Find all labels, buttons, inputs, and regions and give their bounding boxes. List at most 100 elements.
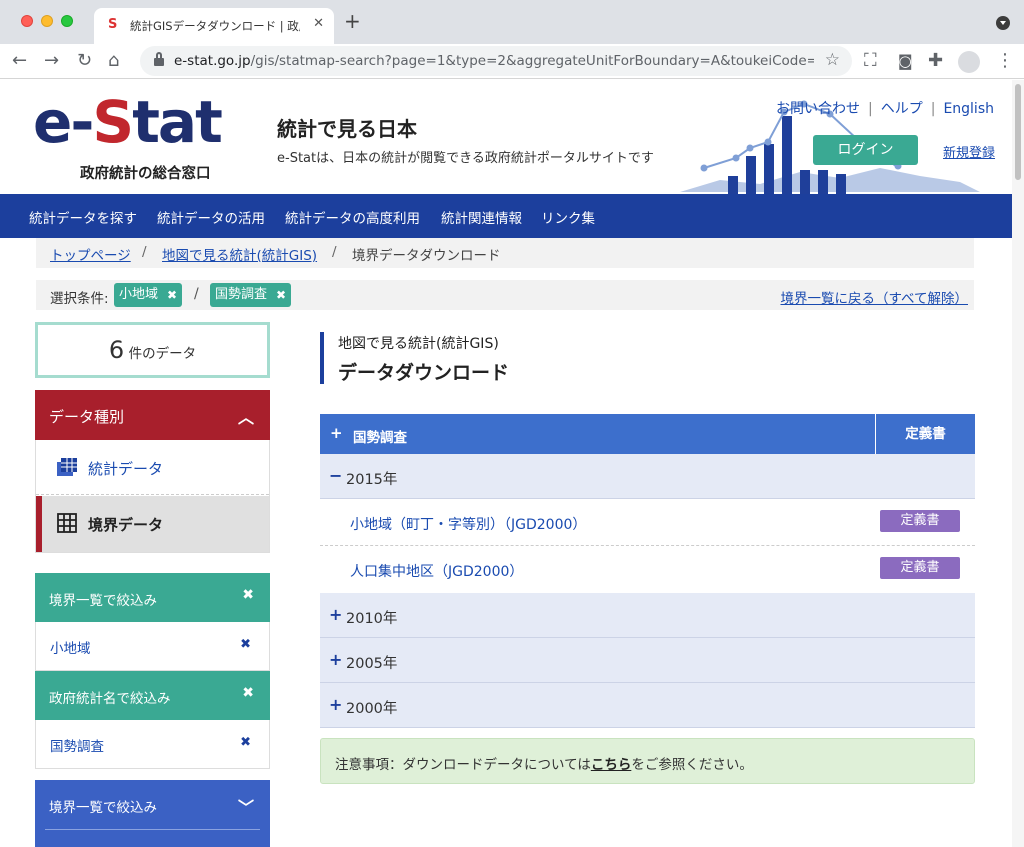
expand-plus-icon[interactable]: + [329, 605, 342, 624]
nav-item-related-info[interactable]: 統計関連情報 [441, 207, 522, 227]
remove-filter-icon[interactable]: ✖ [240, 735, 251, 750]
data-type-heading[interactable]: データ種別 ︿ [35, 390, 270, 440]
data-type-list: 統計データ 境界データ [35, 440, 270, 553]
chevron-down-icon: ﹀ [237, 798, 254, 817]
forward-arrow-icon[interactable]: → [44, 51, 59, 71]
lock-icon [154, 52, 164, 66]
back-arrow-icon[interactable]: ← [12, 51, 27, 71]
tab-search-icon[interactable] [996, 16, 1010, 30]
home-icon[interactable]: ⌂ [108, 51, 119, 71]
survey-filter-item[interactable]: 国勢調査 ✖ [35, 720, 270, 769]
expand-plus-icon[interactable]: + [329, 695, 342, 714]
main-navigation: 統計データを探す 統計データの活用 統計データの高度利用 統計関連情報 リンク集 [0, 194, 1012, 238]
selected-conditions-label: 選択条件: [50, 291, 109, 307]
chevron-up-icon: ︿ [237, 408, 254, 427]
new-tab-icon[interactable]: + [344, 11, 361, 31]
year-row-2005[interactable]: + 2005年 [320, 638, 975, 683]
grid-icon [57, 513, 77, 533]
camera-icon[interactable]: ◙ [898, 51, 913, 71]
more-menu-icon[interactable]: ⋮ [996, 51, 1014, 71]
notice-text-suffix: をご参照ください。 [631, 757, 753, 773]
maximize-window-button[interactable] [61, 15, 73, 27]
nav-item-links[interactable]: リンク集 [541, 207, 595, 227]
definition-button[interactable]: 定義書 [880, 557, 960, 579]
utility-links: お問い合わせ | ヘルプ | English [776, 101, 994, 117]
survey-table-header[interactable]: + 国勢調査 定義書 [320, 414, 975, 454]
expand-plus-icon[interactable]: + [330, 424, 343, 442]
year-row-2010[interactable]: + 2010年 [320, 593, 975, 638]
profile-avatar-icon[interactable] [958, 51, 980, 73]
filter-chip-small-area[interactable]: 小地域 ✖ [114, 283, 183, 307]
boundary-filter-item[interactable]: 小地域 ✖ [35, 622, 270, 671]
breadcrumb-separator: / [142, 244, 147, 260]
contact-link[interactable]: お問い合わせ [776, 101, 860, 117]
collapse-minus-icon[interactable]: − [329, 466, 342, 485]
page-subtitle: 地図で見る統計(統計GIS) [338, 336, 499, 352]
site-header: e-Stat 政府統計の総合窓口 統計で見る日本 e-Statは、日本の統計が閲… [0, 80, 1012, 194]
result-count-box: 6 件のデータ [35, 322, 270, 378]
data-type-boundary[interactable]: 境界データ [36, 496, 269, 552]
breadcrumb: トップページ / 地図で見る統計(統計GIS) / 境界データダウンロード [36, 238, 974, 268]
address-bar[interactable]: e-stat.go.jp/gis/statmap-search?page=1&t… [140, 46, 852, 76]
definition-button[interactable]: 定義書 [880, 510, 960, 532]
scrollbar-thumb[interactable] [1015, 84, 1021, 180]
breadcrumb-top-link[interactable]: トップページ [50, 248, 131, 264]
nav-item-use-data[interactable]: 統計データの活用 [157, 207, 265, 227]
nav-item-find-data[interactable]: 統計データを探す [29, 207, 137, 227]
breadcrumb-separator: / [332, 244, 337, 260]
table-icon [57, 458, 77, 476]
filter-separator: / [194, 286, 199, 302]
screen-capture-icon[interactable]: ⛶ [864, 51, 877, 71]
boundary-filter-heading[interactable]: 境界一覧で絞込み ✖ [35, 573, 270, 622]
result-count: 6 [108, 336, 125, 364]
page-title: データダウンロード [338, 362, 510, 384]
browser-titlebar: S 統計GISデータダウンロード | 政府 ✕ + [0, 0, 1024, 44]
survey-name: 国勢調査 [353, 430, 407, 446]
result-count-unit: 件のデータ [128, 346, 197, 362]
filter-chip-census[interactable]: 国勢調査 ✖ [210, 283, 292, 307]
download-link-did[interactable]: 人口集中地区（JGD2000） [350, 561, 523, 581]
help-link[interactable]: ヘルプ [881, 101, 923, 117]
bookmark-star-icon[interactable]: ☆ [825, 50, 840, 70]
breadcrumb-gis-link[interactable]: 地図で見る統計(統計GIS) [162, 248, 317, 264]
download-link-small-area[interactable]: 小地域（町丁・字等別）（JGD2000） [350, 514, 586, 534]
extensions-puzzle-icon[interactable]: ✚ [928, 51, 943, 71]
remove-chip-icon[interactable]: ✖ [276, 283, 286, 307]
tab-title: 統計GISデータダウンロード | 政府 [130, 19, 300, 33]
notice-link[interactable]: こちら [591, 757, 632, 773]
english-link[interactable]: English [943, 101, 994, 117]
reset-filters-link[interactable]: 境界一覧に戻る（すべて解除） [780, 287, 968, 307]
boundary-list-filter-heading[interactable]: 境界一覧で絞込み ﹀ [35, 780, 270, 847]
browser-toolbar: ← → ↻ ⌂ e-stat.go.jp/gis/statmap-search?… [0, 44, 1024, 79]
year-row-2000[interactable]: + 2000年 [320, 683, 975, 728]
expand-plus-icon[interactable]: + [329, 650, 342, 669]
tab-close-icon[interactable]: ✕ [313, 16, 324, 31]
definition-column-header: 定義書 [875, 414, 975, 454]
url-text[interactable]: e-stat.go.jp/gis/statmap-search?page=1&t… [174, 53, 814, 69]
close-icon[interactable]: ✖ [242, 587, 254, 603]
breadcrumb-current: 境界データダウンロード [352, 248, 501, 264]
nav-item-advanced-use[interactable]: 統計データの高度利用 [285, 207, 420, 227]
site-tagline-title: 統計で見る日本 [277, 117, 417, 141]
minimize-window-button[interactable] [41, 15, 53, 27]
login-button[interactable]: ログイン [813, 135, 918, 165]
remove-filter-icon[interactable]: ✖ [240, 637, 251, 652]
year-row-2015[interactable]: − 2015年 [320, 454, 975, 499]
page-scrollbar[interactable] [1012, 80, 1024, 847]
reload-icon[interactable]: ↻ [77, 51, 92, 71]
selected-conditions-bar: 選択条件: 小地域 ✖ / 国勢調査 ✖ 境界一覧に戻る（すべて解除） [36, 280, 974, 310]
estat-logo[interactable]: e-Stat [33, 90, 223, 154]
survey-filter-heading[interactable]: 政府統計名で絞込み ✖ [35, 671, 270, 720]
data-type-statistics[interactable]: 統計データ [36, 440, 269, 495]
close-window-button[interactable] [21, 15, 33, 27]
notice-text: 注意事項：ダウンロードデータについては [335, 757, 591, 773]
file-row: 小地域（町丁・字等別）（JGD2000） 定義書 [320, 499, 975, 546]
notice-box: 注意事項：ダウンロードデータについてはこちらをご参照ください。 [320, 738, 975, 784]
logo-subtitle: 政府統計の総合窓口 [80, 166, 211, 182]
register-link[interactable]: 新規登録 [943, 142, 995, 161]
remove-chip-icon[interactable]: ✖ [167, 283, 177, 307]
page-heading: 地図で見る統計(統計GIS) データダウンロード [320, 332, 620, 384]
close-icon[interactable]: ✖ [242, 685, 254, 701]
browser-tab[interactable]: S 統計GISデータダウンロード | 政府 ✕ [94, 8, 334, 44]
file-row: 人口集中地区（JGD2000） 定義書 [320, 546, 975, 593]
